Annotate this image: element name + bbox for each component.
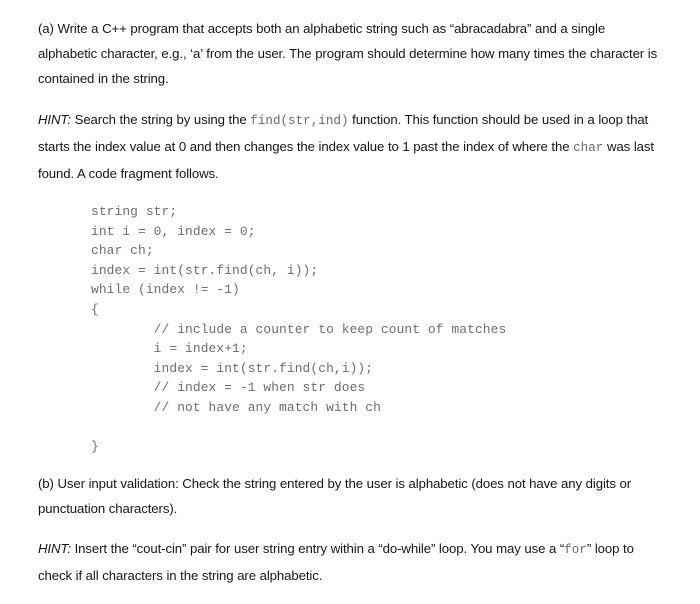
inline-code-char: char (573, 141, 604, 155)
hint-a-label: HINT: (38, 112, 71, 127)
part-b-paragraph: (b) User input validation: Check the str… (38, 475, 632, 516)
code-fragment: string str; int i = 0, index = 0; char c… (91, 204, 507, 455)
hint-b-segment-1: Insert the “cout-cin” pair for user stri… (70, 540, 565, 556)
document-content: (a) Write a C++ program that accepts bot… (38, 16, 662, 604)
inline-code-for: for (564, 542, 587, 557)
hint-a-paragraph: HINT: Search the string by using the fin… (38, 107, 662, 186)
part-a-paragraph: (a) Write a C++ program that accepts bot… (38, 21, 658, 86)
code-fragment-container: string str; int i = 0, index = 0; char c… (38, 202, 662, 457)
inline-code-find: find(str,ind) (250, 114, 349, 128)
hint-b-paragraph: HINT: Insert the “cout-cin” pair for use… (38, 536, 662, 588)
hint-b-label: HINT: (38, 540, 71, 556)
document-page: (a) Write a C++ program that accepts bot… (0, 0, 700, 583)
hint-a-segment-1: Search the string by using the (70, 112, 251, 127)
